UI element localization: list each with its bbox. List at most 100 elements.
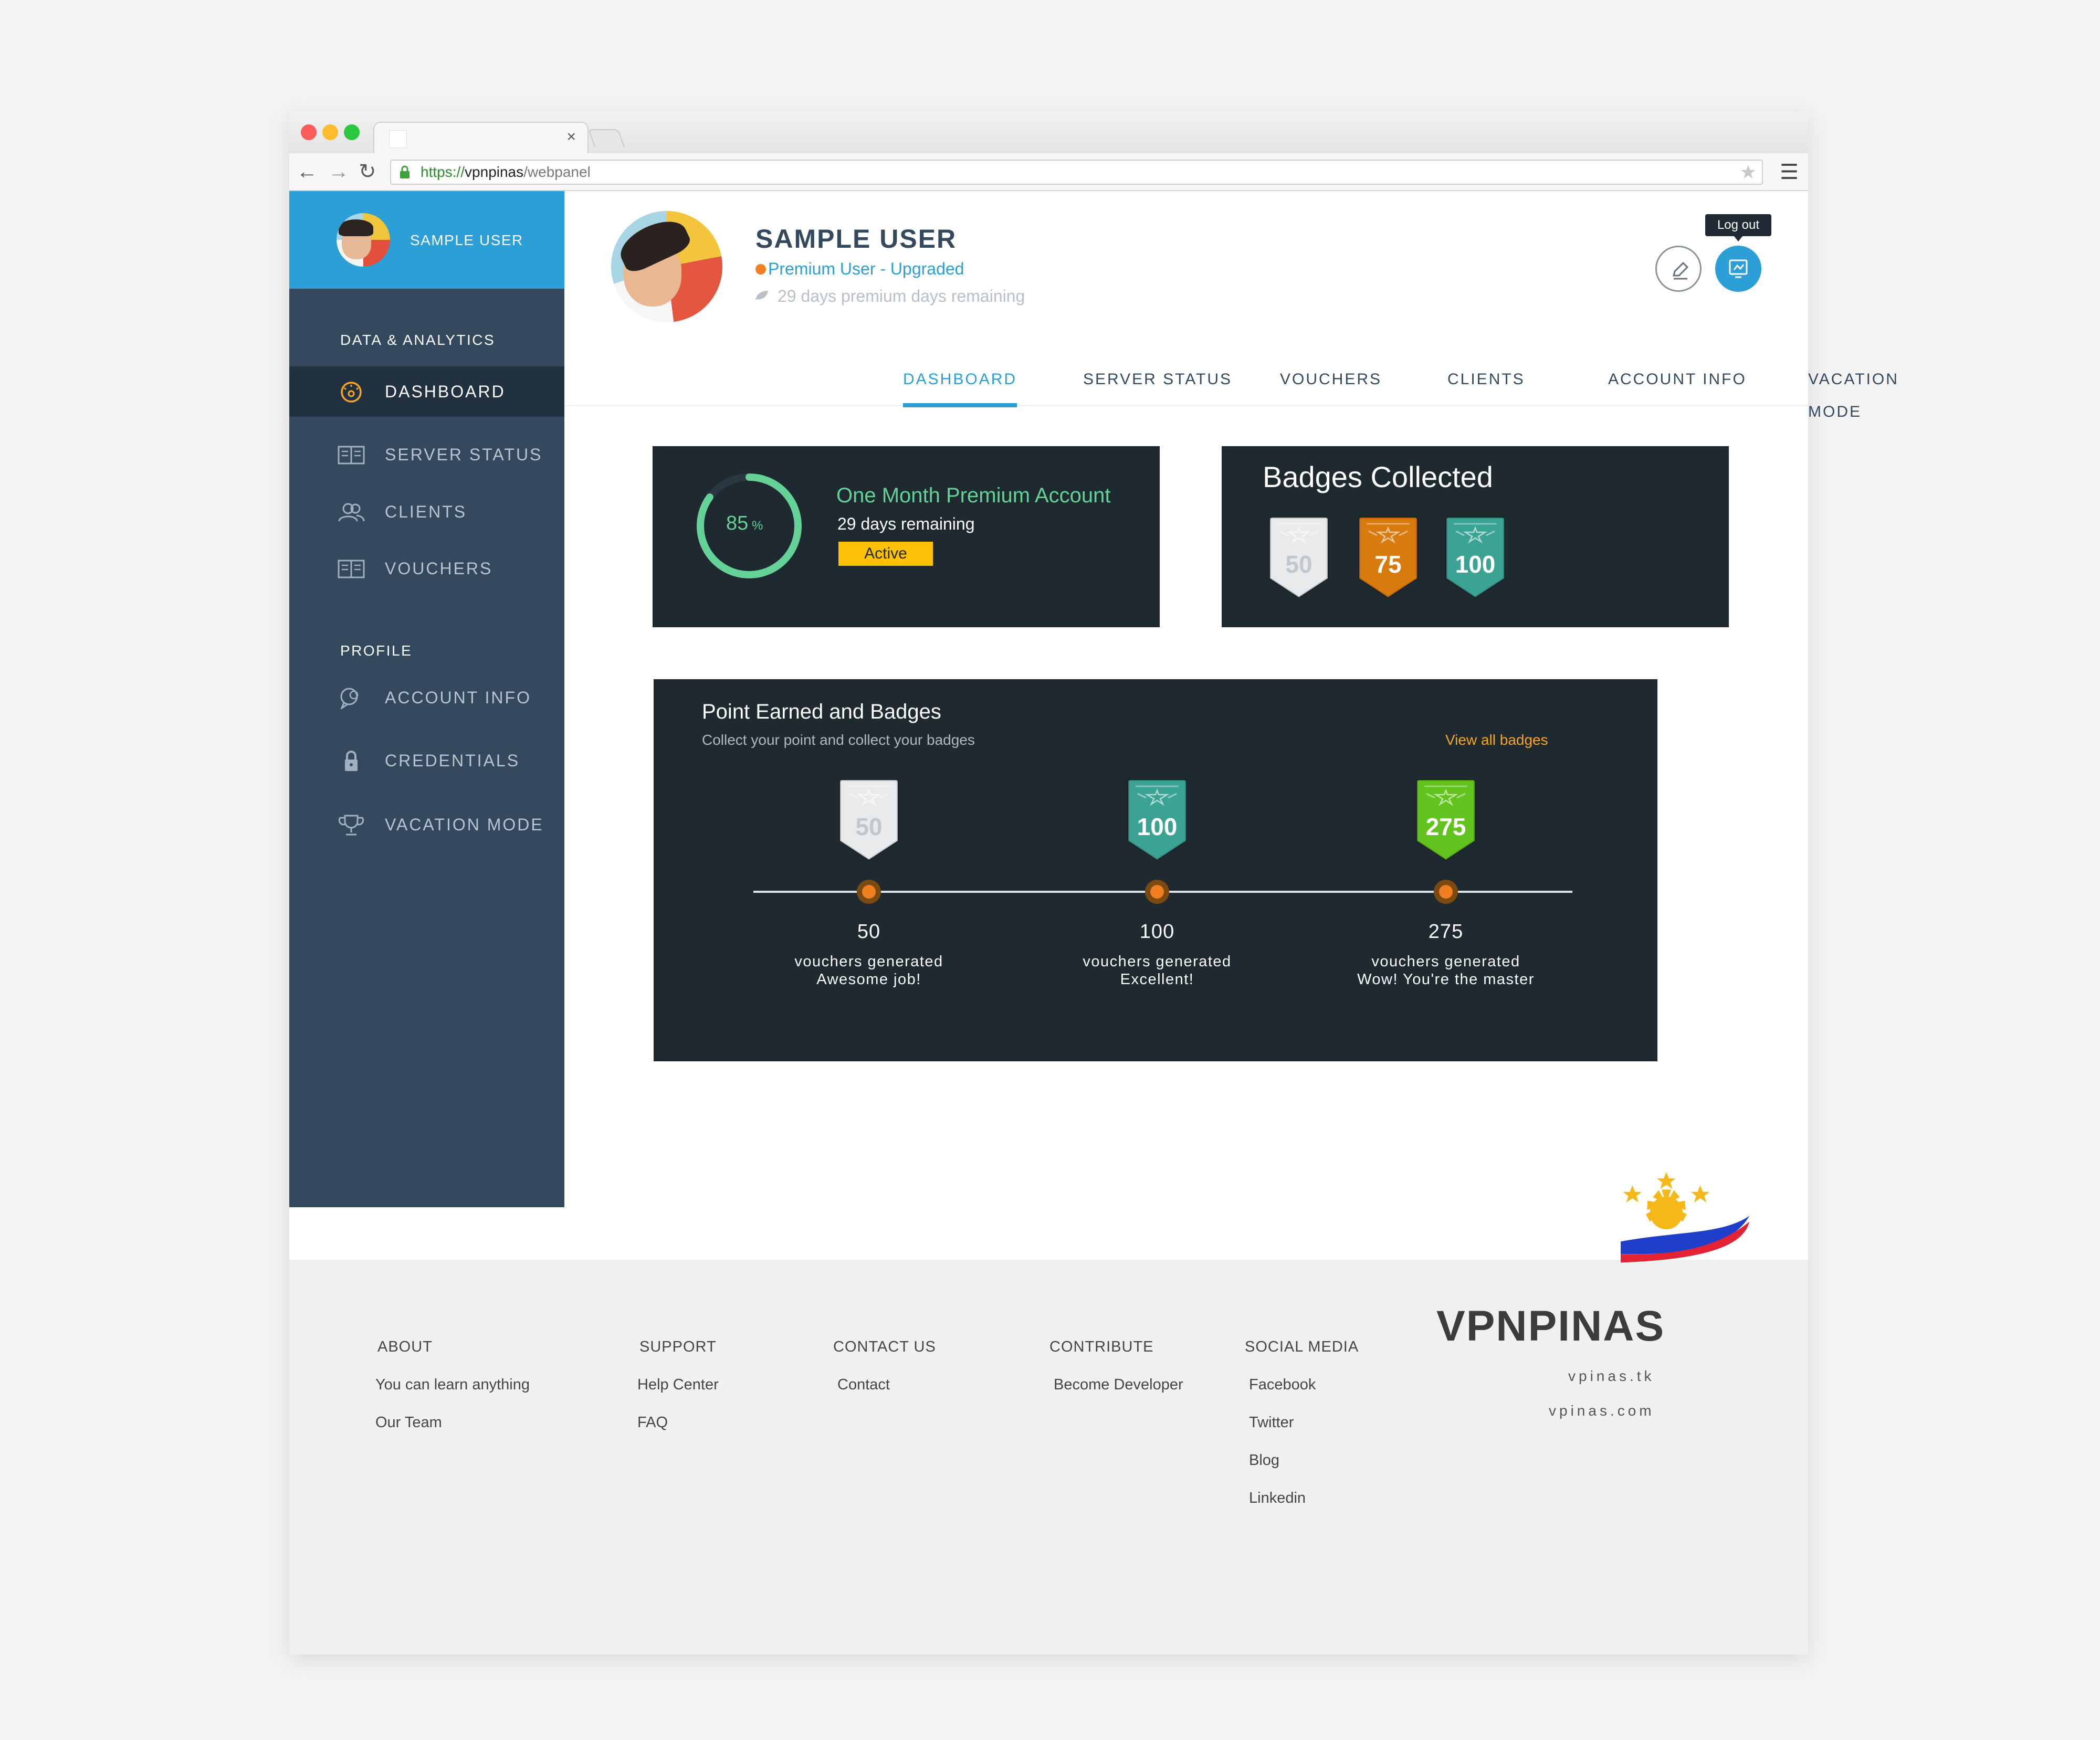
badge-number: 50 [1285, 551, 1312, 578]
url-scheme: https:// [421, 164, 465, 180]
timeline-dot [1145, 880, 1169, 904]
milestone-number: 100 [1139, 921, 1175, 943]
bookmark-star-icon[interactable]: ★ [1740, 161, 1757, 184]
address-bar[interactable]: https://vpnpinas/webpanel ★ [390, 160, 1763, 185]
forward-arrow-icon[interactable]: → [328, 159, 349, 185]
sidebar-user-name: SAMPLE USER [410, 232, 523, 248]
browser-menu-icon[interactable]: ☰ [1780, 161, 1799, 184]
title-bar: × [289, 111, 1808, 153]
milestone-message: Awesome job! [816, 971, 921, 988]
sidebar-item-dashboard[interactable]: DASHBOARD [289, 366, 564, 417]
badge-50: 50 [1268, 516, 1330, 600]
tab-clients[interactable]: CLIENTS [1447, 363, 1525, 406]
footer-link[interactable]: Become Developer [1054, 1376, 1183, 1394]
milestone-message: Wow! You're the master [1357, 971, 1535, 988]
avatar [337, 213, 390, 267]
sidebar-item-account-info[interactable]: ACCOUNT INFO [289, 672, 564, 723]
tab-dashboard[interactable]: DASHBOARD [903, 363, 1017, 407]
footer-link[interactable]: Facebook [1249, 1376, 1316, 1394]
badge-number: 75 [1374, 551, 1402, 578]
plan-status-badge: Active [838, 542, 933, 566]
footer-heading-contribute: CONTRIBUTE [1049, 1338, 1154, 1355]
lock-icon [400, 165, 410, 178]
footer-link[interactable]: Help Center [637, 1376, 719, 1394]
book-icon [338, 446, 365, 465]
url-host: vpnpinas [465, 164, 524, 180]
footer-link[interactable]: Our Team [375, 1414, 442, 1431]
footer-link[interactable]: Twitter [1249, 1414, 1294, 1431]
trophy-icon [338, 815, 364, 836]
sidebar-user[interactable]: SAMPLE USER [289, 191, 564, 289]
profile-status: Premium User - Upgraded [768, 259, 964, 278]
lock-icon [345, 751, 358, 771]
footer-link[interactable]: Blog [1249, 1452, 1279, 1469]
plan-card: 85 % One Month Premium Account 29 days r… [653, 446, 1160, 627]
footer-link[interactable]: You can learn anything [375, 1376, 530, 1394]
logout-button[interactable] [1715, 246, 1761, 292]
badge-number: 100 [1137, 813, 1178, 840]
footer-heading-support: SUPPORT [639, 1338, 717, 1355]
points-card: Point Earned and Badges Collect your poi… [654, 679, 1657, 1061]
back-arrow-icon[interactable]: ← [297, 159, 318, 185]
sidebar-item-credentials[interactable]: CREDENTIALS [289, 735, 564, 786]
tab-account-info[interactable]: ACCOUNT INFO [1608, 363, 1747, 406]
philippine-sun-logo [1621, 1172, 1750, 1263]
tab-vacation-mode[interactable]: VACATION MODE [1808, 363, 1899, 420]
minimize-window-button[interactable] [322, 124, 338, 140]
sidebar-item-label: CLIENTS [385, 502, 467, 521]
sidebar-item-vacation-mode[interactable]: VACATION MODE [289, 799, 564, 850]
leaf-icon [755, 291, 768, 300]
close-window-button[interactable] [301, 124, 317, 140]
milestone-message: Excellent! [1120, 971, 1194, 988]
footer-link[interactable]: Linkedin [1249, 1490, 1306, 1507]
sidebar-item-clients[interactable]: CLIENTS [289, 487, 564, 537]
footer-heading-contact-us: CONTACT US [833, 1338, 936, 1355]
reload-icon[interactable]: ↻ [359, 159, 376, 185]
book-icon [338, 560, 365, 578]
plan-days-remaining: 29 days remaining [837, 514, 975, 533]
badge-number: 50 [855, 813, 883, 840]
sidebar-section-profile: PROFILE [340, 642, 413, 659]
footer-heading-social-media: SOCIAL MEDIA [1245, 1338, 1359, 1355]
points-subtitle: Collect your point and collect your badg… [702, 732, 975, 748]
brand-name: VPNPINAS [1436, 1302, 1665, 1350]
tab-vouchers[interactable]: VOUCHERS [1280, 363, 1382, 406]
footer-link[interactable]: Contact [837, 1376, 890, 1394]
sidebar: SAMPLE USER DATA & ANALYTICS DASHBOARD S… [289, 191, 564, 1207]
milestone-badge-275: 275 [1415, 779, 1477, 863]
tab-server-status[interactable]: SERVER STATUS [1083, 363, 1232, 406]
footer-heading-about: ABOUT [377, 1338, 433, 1355]
sidebar-item-label: VOUCHERS [385, 559, 493, 578]
favicon-icon [389, 130, 407, 148]
brand-site-com[interactable]: vpinas.com [1549, 1402, 1655, 1419]
sidebar-item-vouchers[interactable]: VOUCHERS [289, 543, 564, 594]
badge-number: 100 [1455, 551, 1496, 578]
plan-title: One Month Premium Account [836, 484, 1111, 507]
sidebar-item-label: DASHBOARD [385, 382, 506, 401]
milestone-label: vouchers generated [1371, 953, 1520, 970]
sidebar-item-server-status[interactable]: SERVER STATUS [289, 429, 564, 480]
brand-site-tk[interactable]: vpinas.tk [1568, 1368, 1655, 1385]
timeline-dot [1434, 880, 1458, 904]
premium-days-remaining: 29 days premium days remaining [778, 287, 1025, 305]
sidebar-item-label: SERVER STATUS [385, 445, 543, 464]
milestone-number: 50 [857, 921, 881, 943]
maximize-window-button[interactable] [344, 124, 360, 140]
badge-number: 275 [1425, 813, 1466, 840]
edit-profile-button[interactable] [1655, 246, 1702, 292]
profile-name: SAMPLE USER [755, 224, 957, 254]
footer-link[interactable]: FAQ [637, 1414, 668, 1431]
milestone-badge-50: 50 [838, 779, 900, 863]
milestone-badge-100: 100 [1126, 779, 1188, 863]
new-tab-button[interactable] [587, 129, 625, 147]
users-icon [338, 503, 365, 522]
badge-100: 100 [1444, 516, 1506, 600]
sidebar-item-label: CREDENTIALS [385, 751, 520, 770]
badges-title: Badges Collected [1263, 460, 1493, 493]
browser-tab[interactable]: × [373, 122, 589, 153]
sidebar-item-label: ACCOUNT INFO [385, 688, 531, 707]
milestone-label: vouchers generated [1083, 953, 1232, 970]
browser-window: × ← → ↻ https://vpnpinas/webpanel ★ ☰ SA… [289, 111, 1897, 1654]
tab-close-icon[interactable]: × [566, 128, 576, 146]
view-all-badges-link[interactable]: View all badges [1445, 732, 1548, 748]
